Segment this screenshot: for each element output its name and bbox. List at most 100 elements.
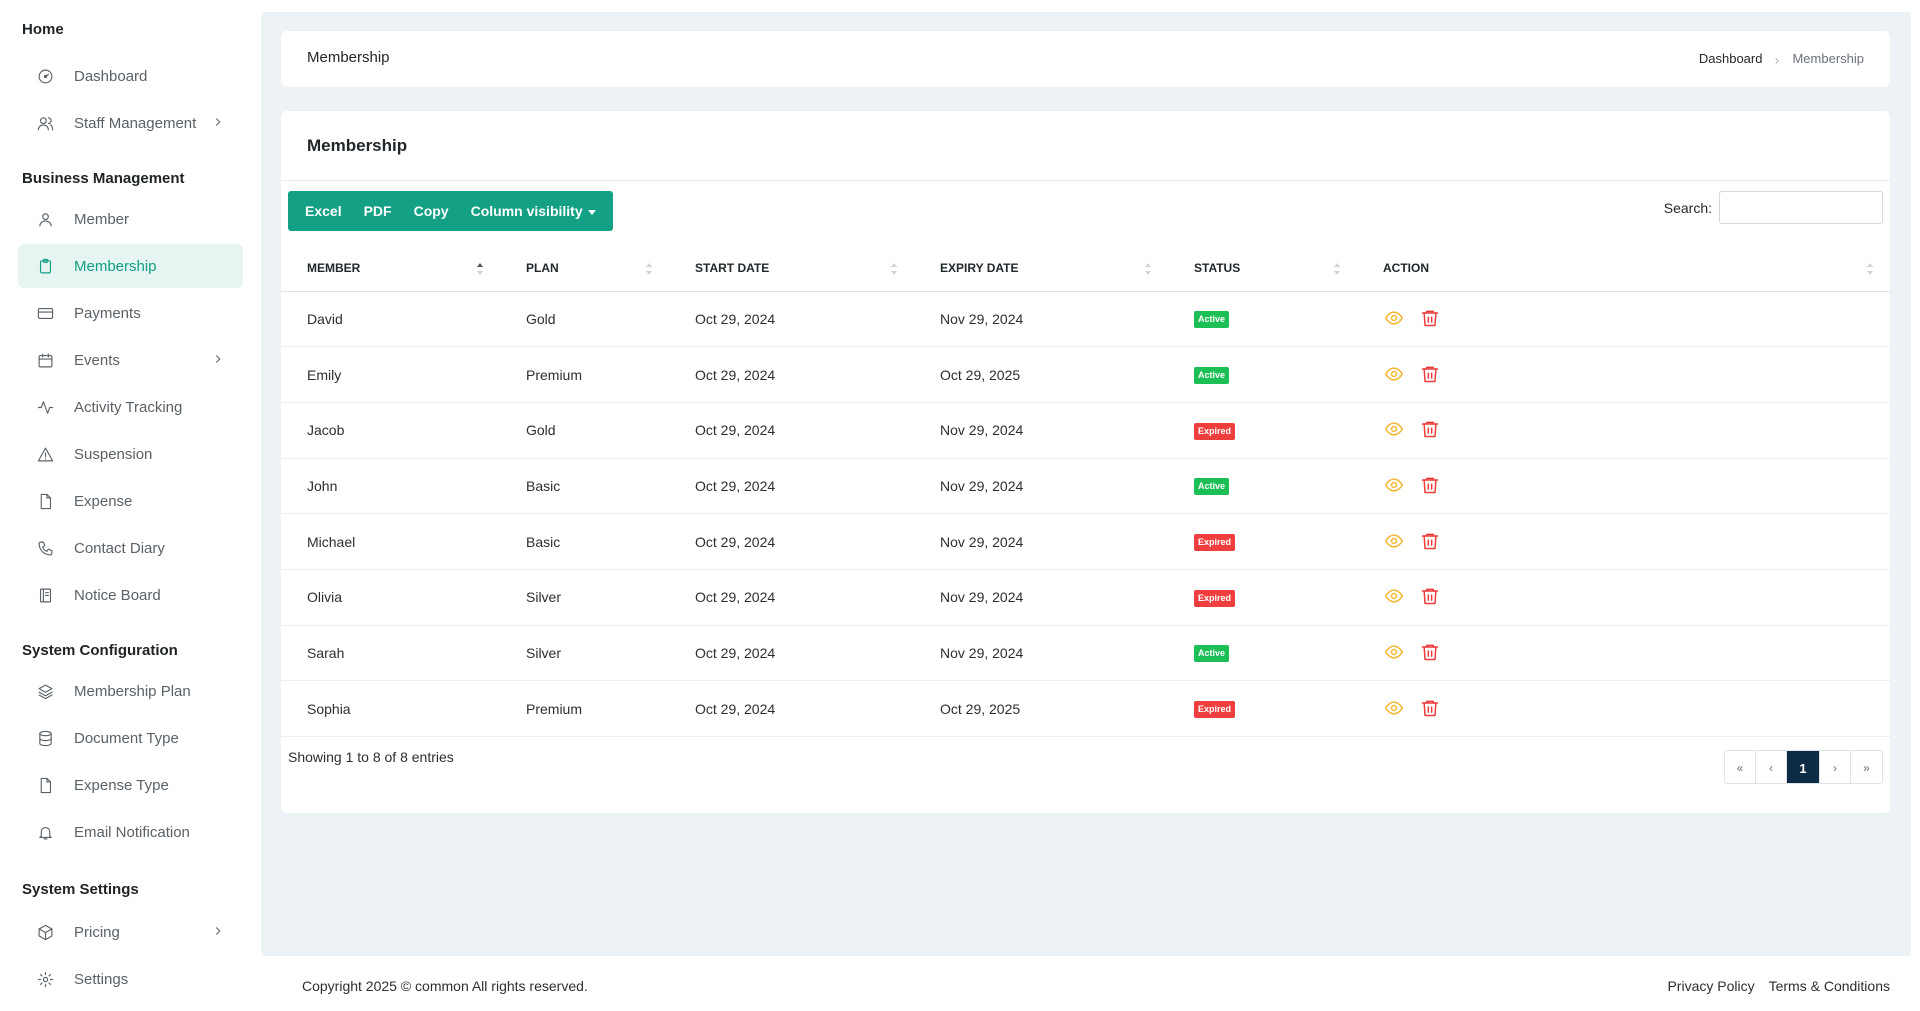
table-body: David Gold Oct 29, 2024 Nov 29, 2024 Active E… [281, 291, 1890, 737]
excel-button[interactable]: Excel [294, 191, 353, 231]
cell-status: Expired [1168, 680, 1357, 737]
sidebar-item-settings[interactable]: Settings [18, 957, 243, 1001]
sort-asc-icon [477, 263, 483, 275]
cell-expiry-date: Oct 29, 2025 [914, 680, 1168, 737]
pagination-last[interactable]: » [1851, 751, 1882, 783]
pdf-button[interactable]: PDF [353, 191, 403, 231]
phone-icon [36, 539, 54, 557]
sidebar-item-notice-board[interactable]: Notice Board [18, 573, 243, 617]
cell-member: Jacob [281, 402, 500, 459]
cell-plan: Silver [500, 569, 669, 626]
cell-action [1357, 402, 1890, 459]
column-header-action[interactable]: ACTION [1357, 246, 1890, 292]
footer-links: Privacy Policy Terms & Conditions [1667, 978, 1890, 994]
column-header-expiry-date[interactable]: EXPIRY DATE [914, 246, 1168, 292]
delete-button[interactable] [1419, 363, 1441, 385]
delete-button[interactable] [1419, 418, 1441, 440]
sidebar-item-staff-management[interactable]: Staff Management [18, 101, 243, 145]
delete-button[interactable] [1419, 307, 1441, 329]
cell-start-date: Oct 29, 2024 [669, 569, 914, 626]
sidebar-item-contact-diary[interactable]: Contact Diary [18, 526, 243, 570]
sort-icon [1867, 263, 1873, 275]
column-header-status[interactable]: STATUS [1168, 246, 1357, 292]
chevron-right-icon [211, 352, 225, 366]
eye-icon [1384, 645, 1404, 659]
view-button[interactable] [1383, 363, 1405, 385]
entries-info: Showing 1 to 8 of 8 entries [288, 749, 454, 765]
trash-icon [1421, 644, 1439, 661]
view-button[interactable] [1383, 641, 1405, 663]
sidebar-item-membership[interactable]: Membership [18, 244, 243, 288]
status-badge: Active [1194, 311, 1230, 329]
sidebar-item-payments[interactable]: Payments [18, 291, 243, 335]
sidebar-section-system-configuration: System Configuration [22, 642, 178, 659]
file-icon [36, 492, 54, 510]
status-badge: Active [1194, 478, 1230, 496]
terms-conditions-link[interactable]: Terms & Conditions [1769, 978, 1890, 994]
cell-plan: Premium [500, 346, 669, 403]
search-label: Search: [1663, 199, 1712, 216]
delete-button[interactable] [1419, 474, 1441, 496]
cell-start-date: Oct 29, 2024 [669, 513, 914, 570]
pagination-next[interactable]: › [1820, 751, 1851, 783]
cell-member: David [281, 291, 500, 348]
sidebar-item-membership-plan[interactable]: Membership Plan [18, 669, 243, 713]
cell-action [1357, 291, 1890, 348]
column-visibility-button[interactable]: Column visibility [460, 191, 607, 231]
pagination-page-current[interactable]: 1 [1787, 751, 1820, 783]
sidebar-item-pricing[interactable]: Pricing [18, 910, 243, 954]
delete-button[interactable] [1419, 585, 1441, 607]
book-icon [36, 586, 54, 604]
sidebar-item-activity-tracking[interactable]: Activity Tracking [18, 385, 243, 429]
cell-start-date: Oct 29, 2024 [669, 291, 914, 348]
view-button[interactable] [1383, 418, 1405, 440]
table-row: Emily Premium Oct 29, 2024 Oct 29, 2025 Acti… [281, 346, 1890, 403]
search-input[interactable] [1719, 191, 1883, 224]
file-icon [36, 776, 54, 794]
page-title: Membership [307, 49, 390, 66]
status-badge: Active [1194, 645, 1230, 663]
cell-action [1357, 513, 1890, 570]
cell-expiry-date: Nov 29, 2024 [914, 625, 1168, 682]
sidebar-item-events[interactable]: Events [18, 338, 243, 382]
cell-plan: Gold [500, 291, 669, 348]
chevron-right-icon [211, 115, 225, 129]
sidebar-item-dashboard[interactable]: Dashboard [18, 54, 243, 98]
sidebar-item-document-type[interactable]: Document Type [18, 716, 243, 760]
column-header-label: STATUS [1194, 261, 1241, 276]
trash-icon [1421, 310, 1439, 327]
cell-action [1357, 458, 1890, 515]
delete-button[interactable] [1419, 530, 1441, 552]
cell-plan: Basic [500, 458, 669, 515]
column-header-label: START DATE [695, 261, 770, 276]
sidebar-item-label: Expense [74, 492, 133, 510]
eye-icon [1384, 534, 1404, 548]
column-header-member[interactable]: MEMBER [281, 246, 500, 292]
cell-status: Expired [1168, 513, 1357, 570]
sidebar-item-expense-type[interactable]: Expense Type [18, 763, 243, 807]
sidebar-item-suspension[interactable]: Suspension [18, 432, 243, 476]
card-divider [281, 180, 1890, 181]
view-button[interactable] [1383, 530, 1405, 552]
delete-button[interactable] [1419, 697, 1441, 719]
column-header-start-date[interactable]: START DATE [669, 246, 914, 292]
view-button[interactable] [1383, 307, 1405, 329]
sidebar-section-home: Home [22, 21, 64, 38]
view-button[interactable] [1383, 585, 1405, 607]
sidebar-item-email-notification[interactable]: Email Notification [18, 810, 243, 854]
sidebar-item-label: Member [74, 210, 130, 228]
delete-button[interactable] [1419, 641, 1441, 663]
column-header-plan[interactable]: PLAN [500, 246, 669, 292]
chevron-right-icon [211, 924, 225, 938]
pagination-first[interactable]: « [1725, 751, 1756, 783]
breadcrumb-dashboard[interactable]: Dashboard [1699, 51, 1763, 66]
view-button[interactable] [1383, 474, 1405, 496]
copy-button[interactable]: Copy [403, 191, 460, 231]
view-button[interactable] [1383, 697, 1405, 719]
sidebar-item-member[interactable]: Member [18, 197, 243, 241]
cell-action [1357, 625, 1890, 682]
privacy-policy-link[interactable]: Privacy Policy [1667, 978, 1754, 994]
pagination-prev[interactable]: ‹ [1756, 751, 1787, 783]
cell-status: Expired [1168, 402, 1357, 459]
sidebar-item-expense[interactable]: Expense [18, 479, 243, 523]
